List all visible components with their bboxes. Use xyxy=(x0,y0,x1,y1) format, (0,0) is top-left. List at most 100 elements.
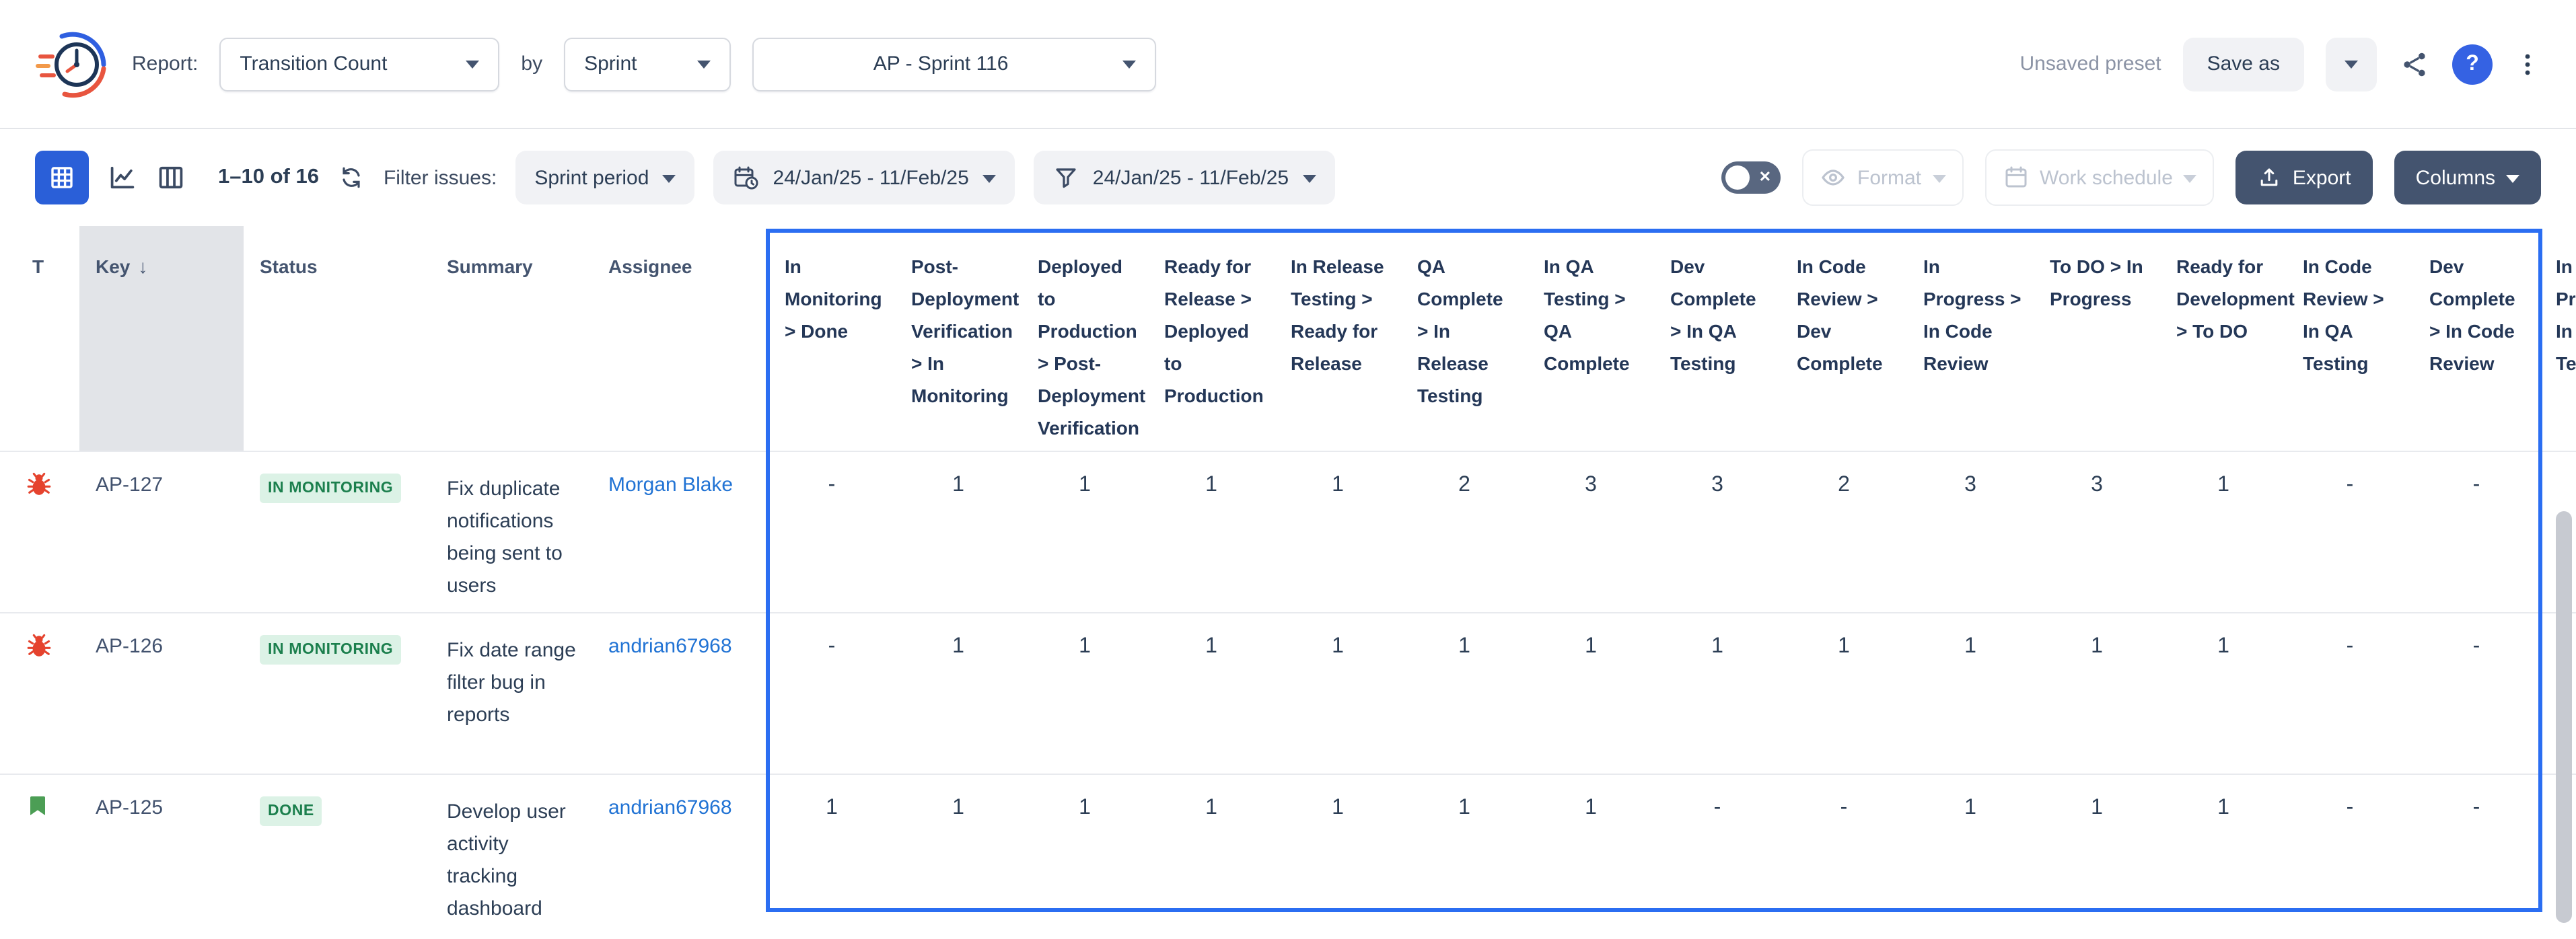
more-menu-button[interactable] xyxy=(2514,50,2541,77)
chevron-down-icon xyxy=(466,61,479,69)
refresh-button[interactable] xyxy=(338,164,365,191)
save-as-dropdown-button[interactable] xyxy=(2326,37,2377,91)
vertical-scrollbar[interactable] xyxy=(2556,511,2572,923)
columns-label: Columns xyxy=(2416,166,2495,189)
transition-count-cell: 1 xyxy=(1022,612,1148,774)
issue-status-cell: DONE xyxy=(244,774,431,939)
sprint-date-range-select[interactable]: 24/Jan/25 - 11/Feb/25 xyxy=(713,151,1014,204)
app-window: Report: Transition Count by Sprint AP - … xyxy=(0,0,2576,939)
column-header-assignee: Assignee xyxy=(592,226,768,451)
period-select[interactable]: Sprint period xyxy=(515,151,694,204)
date-range-value: 24/Jan/25 - 11/Feb/25 xyxy=(1093,166,1289,189)
transition-count-cell: 1 xyxy=(1528,774,1654,939)
status-badge: IN MONITORING xyxy=(260,474,401,503)
assignee-link[interactable]: andrian67968 xyxy=(608,635,732,658)
eye-icon xyxy=(1820,164,1847,191)
export-button[interactable]: Export xyxy=(2236,151,2373,204)
transition-count-cell: 1 xyxy=(1907,612,2034,774)
transition-count-cell: - xyxy=(2287,612,2413,774)
column-header-transition: In Release Testing > Ready for Release xyxy=(1275,226,1401,451)
transition-count-cell: 1 xyxy=(1781,612,1907,774)
kebab-menu-icon xyxy=(2514,50,2541,77)
issue-type-cell xyxy=(0,612,79,774)
transition-count-cell: - xyxy=(768,451,895,612)
assignee-link[interactable]: Morgan Blake xyxy=(608,474,733,496)
export-label: Export xyxy=(2293,166,2351,189)
issue-key: AP-127 xyxy=(79,451,244,612)
toolbar-actions: ✕ Format Work schedule xyxy=(1721,149,2541,206)
bug-icon xyxy=(24,631,54,661)
by-label: by xyxy=(521,52,542,75)
transition-count-cell: 3 xyxy=(1654,451,1781,612)
share-button[interactable] xyxy=(2398,48,2431,80)
save-as-button[interactable]: Save as xyxy=(2183,37,2304,91)
column-header-transition: Deployed to Production > Post-Deployment… xyxy=(1022,226,1148,451)
transition-count-cell: 1 xyxy=(1148,612,1275,774)
issue-status-cell: IN MONITORING xyxy=(244,451,431,612)
filter-issues-label: Filter issues: xyxy=(384,166,497,189)
app-logo-icon xyxy=(35,26,110,102)
transition-count-cell: 1 xyxy=(1401,774,1528,939)
issue-assignee-cell: andrian67968 xyxy=(592,774,768,939)
transition-count-cell: 1 xyxy=(1528,612,1654,774)
issue-summary: Fix duplicate notifications being sent t… xyxy=(431,451,592,612)
column-header-transition: In Progress > In QA Testing xyxy=(2540,226,2576,451)
transition-count-cell: 2 xyxy=(1781,451,1907,612)
work-schedule-label: Work schedule xyxy=(2040,166,2173,189)
column-header-key-label: Key xyxy=(96,250,130,283)
table-grid: TKey↓StatusSummaryAssigneeIn Monitoring … xyxy=(0,226,2576,939)
calendar-clock-icon xyxy=(732,164,759,191)
filter-date-range-select[interactable]: 24/Jan/25 - 11/Feb/25 xyxy=(1034,151,1334,204)
period-value: Sprint period xyxy=(534,166,649,189)
transition-count-cell: - xyxy=(2287,451,2413,612)
format-label: Format xyxy=(1857,166,1921,189)
transition-count-cell: 1 xyxy=(768,774,895,939)
transition-count-cell: - xyxy=(768,612,895,774)
column-header-summary: Summary xyxy=(431,226,592,451)
transition-count-cell: 1 xyxy=(1401,612,1528,774)
report-label: Report: xyxy=(132,52,198,75)
highlight-toggle[interactable]: ✕ xyxy=(1721,161,1781,194)
transition-count-cell: 1 xyxy=(895,451,1022,612)
transition-count-cell: - xyxy=(1654,774,1781,939)
board-view-button[interactable] xyxy=(156,163,186,192)
share-icon xyxy=(2398,48,2431,80)
chart-view-button[interactable] xyxy=(108,163,137,192)
issue-summary: Develop user activity tracking dashboard xyxy=(431,774,592,939)
sort-desc-icon: ↓ xyxy=(138,250,147,283)
chevron-down-icon xyxy=(1302,174,1316,182)
assignee-link[interactable]: andrian67968 xyxy=(608,796,732,819)
column-header-key[interactable]: Key↓ xyxy=(79,226,244,451)
transition-count-cell: 3 xyxy=(1907,451,2034,612)
transition-count-cell: 1 xyxy=(1022,774,1148,939)
chevron-down-icon xyxy=(2184,174,2197,182)
transition-count-cell: 1 xyxy=(1275,612,1401,774)
chevron-down-icon xyxy=(2345,61,2358,69)
issue-type-cell xyxy=(0,451,79,612)
calendar-icon xyxy=(2002,164,2029,191)
column-header-transition: Ready for Release > Deployed to Producti… xyxy=(1148,226,1275,451)
toggle-off-icon: ✕ xyxy=(1759,167,1771,188)
column-header-transition: Dev Complete > In QA Testing xyxy=(1654,226,1781,451)
help-button[interactable]: ? xyxy=(2452,44,2493,84)
issue-key: AP-125 xyxy=(79,774,244,939)
table-view-button[interactable] xyxy=(35,151,89,204)
column-header-transition: In QA Testing > QA Complete xyxy=(1528,226,1654,451)
transition-count-cell: 1 xyxy=(2034,612,2160,774)
chevron-down-icon xyxy=(982,174,996,182)
column-header-transition: Post-Deployment Verification > In Monito… xyxy=(895,226,1022,451)
chevron-down-icon xyxy=(1122,61,1136,69)
transition-count-cell: - xyxy=(2413,774,2540,939)
group-by-select[interactable]: Sprint xyxy=(564,37,731,91)
columns-button[interactable]: Columns xyxy=(2394,151,2541,204)
transition-count-cell: 1 xyxy=(1148,451,1275,612)
header-actions: Unsaved preset Save as ? xyxy=(2019,37,2541,91)
report-type-select[interactable]: Transition Count xyxy=(219,37,499,91)
pagination: 1–10 of 16 xyxy=(218,165,319,190)
story-bookmark-icon xyxy=(24,792,51,819)
transition-count-cell: 1 xyxy=(2034,774,2160,939)
grid-view-icon xyxy=(48,164,75,191)
transition-count-cell: - xyxy=(2287,774,2413,939)
sprint-select[interactable]: AP - Sprint 116 xyxy=(752,37,1156,91)
column-header-transition: QA Complete > In Release Testing xyxy=(1401,226,1528,451)
